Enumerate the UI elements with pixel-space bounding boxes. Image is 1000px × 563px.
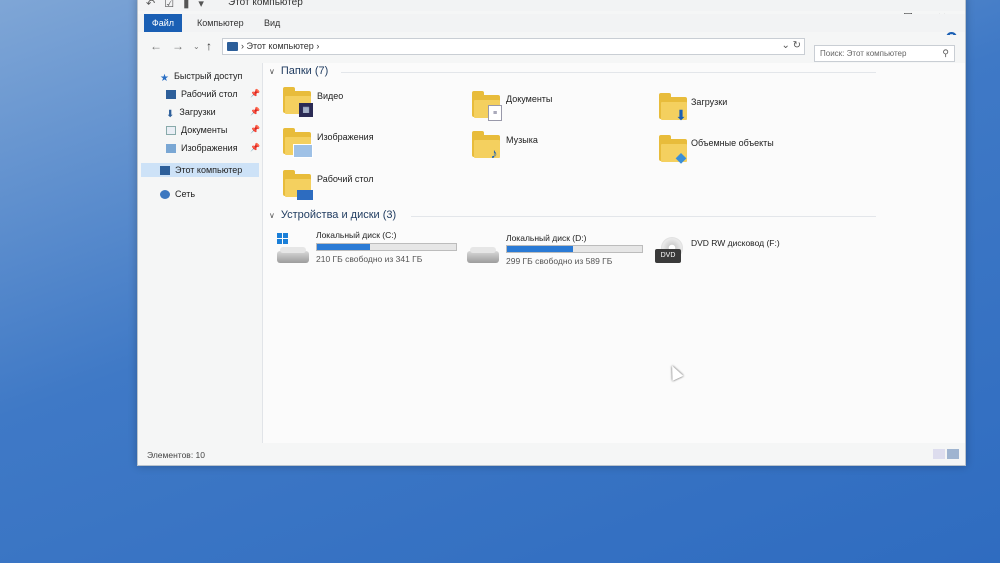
video-folder-icon: ▦ xyxy=(283,87,313,117)
drive-usage-fill xyxy=(507,246,574,252)
document-page-icon: ≡ xyxy=(488,105,502,121)
sidebar-item-quick-access[interactable]: ★ Быстрый доступ xyxy=(160,69,243,85)
folder-label: Музыка xyxy=(506,135,538,145)
sidebar-item-label: Документы xyxy=(181,125,228,135)
chevron-down-icon[interactable]: ∨ xyxy=(269,67,275,76)
dvd-drive-icon: DVD xyxy=(655,237,685,265)
drive-usage-fill xyxy=(317,244,370,250)
cube-icon: ◆ xyxy=(675,149,687,165)
download-icon: ⬇ xyxy=(166,109,175,121)
sidebar-item-this-pc[interactable]: Этот компьютер xyxy=(141,163,259,177)
divider xyxy=(341,72,876,73)
sidebar-item-label: Сеть xyxy=(175,189,196,199)
up-arrow-icon[interactable]: ↑ xyxy=(206,39,212,53)
pin-icon[interactable]: 📌 xyxy=(250,141,260,155)
search-placeholder: Поиск: Этот компьютер xyxy=(820,49,907,58)
checkbox-icon[interactable]: ☑ xyxy=(164,0,174,10)
download-arrow-icon: ⬇ xyxy=(675,107,687,123)
folder-label: Видео xyxy=(317,91,344,101)
recent-dropdown-icon[interactable]: ⌄ xyxy=(193,42,200,51)
breadcrumb-chevron-icon: › xyxy=(313,41,320,51)
window-title: Этот компьютер xyxy=(228,0,303,8)
status-bar: Элементов: 10 xyxy=(138,445,965,465)
monitor-icon xyxy=(297,190,313,200)
folders-group-header[interactable]: ∨ Папки (7) xyxy=(269,65,328,77)
tab-view[interactable]: Вид xyxy=(264,14,280,32)
chevron-down-icon[interactable]: ∨ xyxy=(269,211,275,220)
computer-icon xyxy=(227,42,238,51)
title-bar: ↶ ☑ ▮ ▾ Этот компьютер xyxy=(138,0,965,11)
back-arrow-icon[interactable]: ← xyxy=(150,39,162,53)
search-input[interactable]: Поиск: Этот компьютер ⚲ xyxy=(814,45,955,62)
film-icon: ▦ xyxy=(299,103,313,117)
pictures-folder-icon xyxy=(283,128,313,158)
large-icons-view-icon[interactable] xyxy=(947,449,959,459)
forward-arrow-icon[interactable]: → xyxy=(172,39,184,53)
hard-drive-icon xyxy=(277,245,309,263)
folder-small-icon[interactable]: ▮ xyxy=(183,0,189,10)
content-pane: ∨ Папки (7) ▦ Видео ≡ Документы ⬇ Загрузк… xyxy=(263,63,965,443)
undo-icon[interactable]: ↶ xyxy=(146,0,155,10)
view-toggle xyxy=(931,449,959,461)
folder-label: Загрузки xyxy=(691,97,728,107)
pictures-icon xyxy=(166,144,176,154)
documents-folder-icon: ≡ xyxy=(472,91,502,121)
pin-icon[interactable]: 📌 xyxy=(250,105,260,119)
refresh-icon[interactable]: ⌄ ↻ xyxy=(781,40,801,51)
folder-label: Документы xyxy=(506,94,553,104)
breadcrumb-item[interactable]: Этот компьютер xyxy=(247,41,314,51)
item-count: Элементов: 10 xyxy=(147,450,205,460)
sidebar-item-label: Быстрый доступ xyxy=(173,71,243,81)
hard-drive-icon xyxy=(467,245,499,263)
3d-objects-folder-icon: ◆ xyxy=(659,135,687,165)
sidebar-item-label: Этот компьютер xyxy=(175,165,243,175)
drive-free-space: 299 ГБ свободно из 589 ГБ xyxy=(506,256,613,266)
ribbon-tabs: Файл Компьютер Вид ⌄ ? xyxy=(138,14,965,43)
pin-icon[interactable]: 📌 xyxy=(250,87,260,101)
navigation-pane: ★ Быстрый доступ Рабочий стол 📌 ⬇ Загрузки… xyxy=(138,63,263,443)
group-title: Папки (7) xyxy=(280,65,329,77)
sidebar-item-label: Изображения xyxy=(181,143,238,153)
explorer-window: ↶ ☑ ▮ ▾ Этот компьютер — ☐ ✕ Файл Компью… xyxy=(137,0,966,466)
details-view-icon[interactable] xyxy=(933,449,945,459)
windows-logo-icon xyxy=(277,233,289,245)
drive-label: DVD RW дисковод (F:) xyxy=(691,238,780,248)
sidebar-item-label: Рабочий стол xyxy=(181,89,238,99)
star-icon: ★ xyxy=(160,73,169,85)
search-icon[interactable]: ⚲ xyxy=(942,48,949,59)
dropdown-icon[interactable]: ▾ xyxy=(198,0,204,10)
pin-icon[interactable]: 📌 xyxy=(250,123,260,137)
sidebar-item-network[interactable]: Сеть xyxy=(160,187,195,201)
desktop-background-edge xyxy=(965,130,1000,390)
folder-label: Рабочий стол xyxy=(317,174,374,184)
group-title: Устройства и диски (3) xyxy=(280,209,397,221)
folder-label: Объемные объекты xyxy=(691,138,774,148)
drive-free-space: 210 ГБ свободно из 341 ГБ xyxy=(316,254,423,264)
drive-usage-bar xyxy=(316,243,457,251)
drive-usage-bar xyxy=(506,245,643,253)
sidebar-item-label: Загрузки xyxy=(179,107,216,117)
tab-computer[interactable]: Компьютер xyxy=(197,14,244,32)
desktop-icon xyxy=(166,90,176,100)
address-bar[interactable]: › Этот компьютер › ⌄ ↻ xyxy=(222,38,805,55)
documents-icon xyxy=(166,126,176,136)
music-folder-icon: ♪ xyxy=(472,131,500,161)
network-icon xyxy=(160,190,170,200)
computer-icon xyxy=(160,166,170,176)
quick-access-toolbar: ↶ ☑ ▮ ▾ xyxy=(146,0,210,10)
breadcrumb[interactable]: › Этот компьютер › xyxy=(241,41,319,51)
drive-label: Локальный диск (C:) xyxy=(316,230,397,240)
divider xyxy=(411,216,876,217)
tab-file[interactable]: Файл xyxy=(144,14,182,32)
landscape-image-icon xyxy=(293,144,313,158)
downloads-folder-icon: ⬇ xyxy=(659,93,687,123)
devices-group-header[interactable]: ∨ Устройства и диски (3) xyxy=(269,209,396,221)
desktop-folder-icon xyxy=(283,170,313,200)
drive-label: Локальный диск (D:) xyxy=(506,233,587,243)
music-note-icon: ♪ xyxy=(490,145,498,161)
folder-label: Изображения xyxy=(317,132,374,142)
